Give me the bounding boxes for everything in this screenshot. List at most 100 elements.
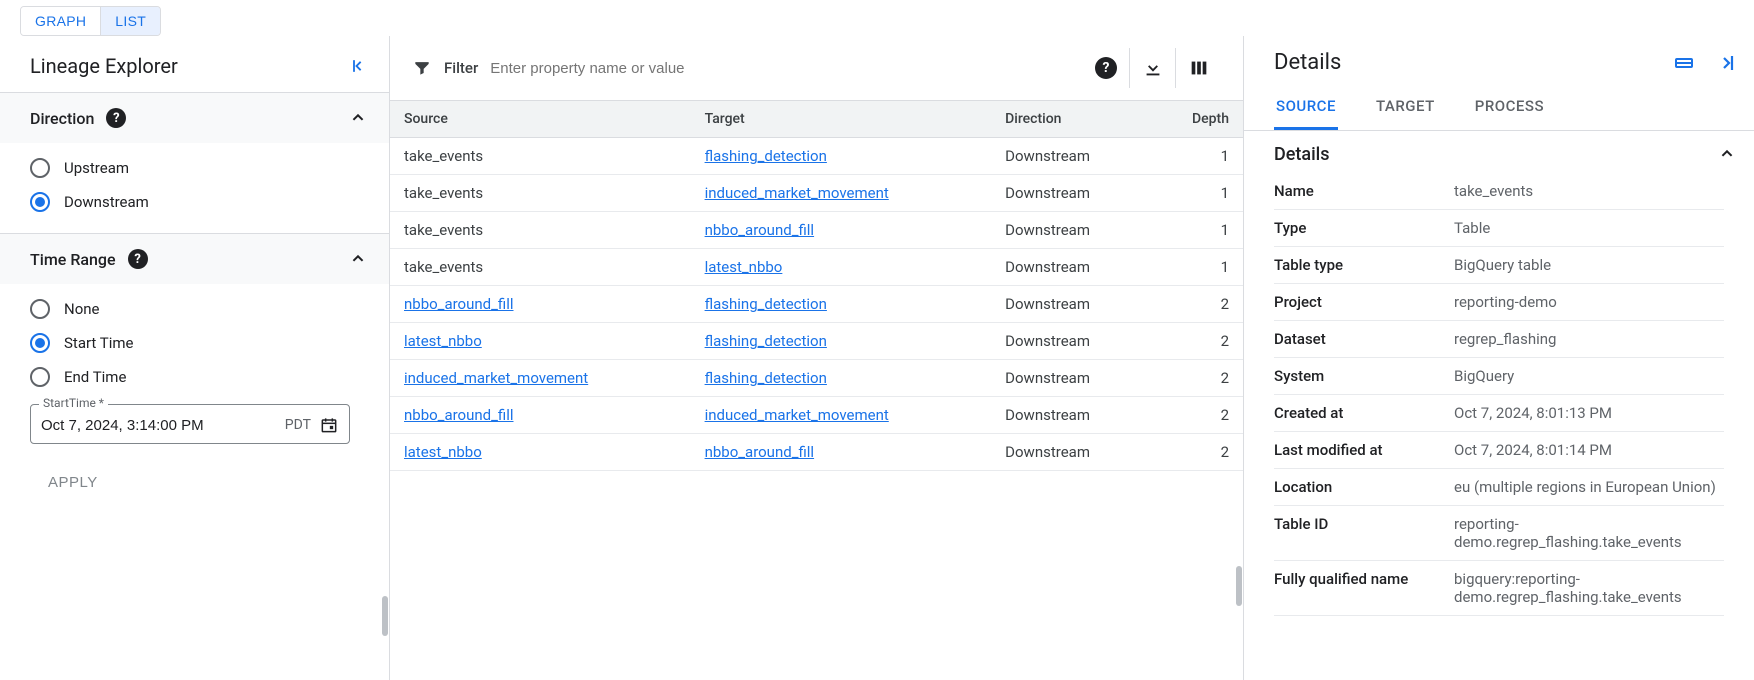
tab-target[interactable]: TARGET xyxy=(1374,85,1437,130)
start-time-label: StartTime * xyxy=(39,396,108,410)
collapse-left-icon[interactable] xyxy=(349,56,369,76)
target-cell[interactable]: flashing_detection xyxy=(705,295,827,313)
direction-cell: Downstream xyxy=(991,323,1151,360)
detail-value: reporting-demo.regrep_flashing.take_even… xyxy=(1454,515,1724,551)
detail-property-row: Locationeu (multiple regions in European… xyxy=(1274,469,1724,506)
source-cell[interactable]: induced_market_movement xyxy=(404,369,588,387)
depth-cell: 2 xyxy=(1151,434,1243,471)
time-range-header[interactable]: Time Range ? xyxy=(0,234,389,284)
source-cell[interactable]: nbbo_around_fill xyxy=(404,295,514,313)
details-sub-title: Details xyxy=(1274,144,1330,165)
target-cell[interactable]: flashing_detection xyxy=(705,332,827,350)
radio-start-time[interactable]: Start Time xyxy=(30,326,369,360)
start-time-field[interactable]: StartTime * PDT xyxy=(30,404,350,444)
filter-icon xyxy=(412,58,432,78)
detail-key: Last modified at xyxy=(1274,441,1454,459)
lineage-table: Source Target Direction Depth take_event… xyxy=(390,100,1243,471)
details-panel: Details SOURCE TARGET PROCESS Details xyxy=(1244,36,1754,680)
radio-icon xyxy=(30,158,50,178)
target-cell[interactable]: induced_market_movement xyxy=(705,184,889,202)
table-row[interactable]: take_eventsinduced_market_movementDownst… xyxy=(390,175,1243,212)
radio-icon xyxy=(30,299,50,319)
source-cell[interactable]: nbbo_around_fill xyxy=(404,406,514,424)
detail-value: take_events xyxy=(1454,182,1724,200)
scrollbar-thumb[interactable] xyxy=(382,596,388,636)
table-row[interactable]: induced_market_movement flashing_detectio… xyxy=(390,360,1243,397)
detail-key: Project xyxy=(1274,293,1454,311)
direction-header[interactable]: Direction ? xyxy=(0,93,389,143)
details-title: Details xyxy=(1274,50,1341,75)
fullscreen-icon[interactable] xyxy=(1672,51,1696,75)
detail-value: Table xyxy=(1454,219,1724,237)
source-cell: take_events xyxy=(404,221,483,239)
detail-property-row: Nametake_events xyxy=(1274,173,1724,210)
direction-cell: Downstream xyxy=(991,286,1151,323)
download-button[interactable] xyxy=(1129,48,1175,88)
help-icon[interactable]: ? xyxy=(106,108,126,128)
radio-end-time[interactable]: End Time xyxy=(30,360,369,394)
radio-none[interactable]: None xyxy=(30,292,369,326)
target-cell[interactable]: latest_nbbo xyxy=(705,258,783,276)
detail-property-row: Datasetregrep_flashing xyxy=(1274,321,1724,358)
columns-button[interactable] xyxy=(1175,48,1221,88)
scrollbar-thumb[interactable] xyxy=(1236,566,1242,606)
tab-process[interactable]: PROCESS xyxy=(1473,85,1546,130)
depth-cell: 1 xyxy=(1151,175,1243,212)
radio-downstream[interactable]: Downstream xyxy=(30,185,369,219)
collapse-right-icon[interactable] xyxy=(1714,51,1738,75)
target-cell[interactable]: nbbo_around_fill xyxy=(705,443,815,461)
direction-section: Direction ? Upstream Downstream xyxy=(0,92,389,233)
radio-upstream[interactable]: Upstream xyxy=(30,151,369,185)
direction-cell: Downstream xyxy=(991,249,1151,286)
tab-source[interactable]: SOURCE xyxy=(1274,85,1338,130)
depth-cell: 2 xyxy=(1151,397,1243,434)
depth-cell: 2 xyxy=(1151,286,1243,323)
table-row[interactable]: take_eventsnbbo_around_fillDownstream1 xyxy=(390,212,1243,249)
detail-value: reporting-demo xyxy=(1454,293,1724,311)
col-depth[interactable]: Depth xyxy=(1151,101,1243,138)
chevron-up-icon[interactable] xyxy=(1716,143,1738,165)
source-cell: take_events xyxy=(404,147,483,165)
detail-property-row: TypeTable xyxy=(1274,210,1724,247)
direction-cell: Downstream xyxy=(991,175,1151,212)
tab-list[interactable]: LIST xyxy=(100,7,160,35)
detail-property-row: Table typeBigQuery table xyxy=(1274,247,1724,284)
table-row[interactable]: take_eventslatest_nbboDownstream1 xyxy=(390,249,1243,286)
detail-property-row: Created atOct 7, 2024, 8:01:13 PM xyxy=(1274,395,1724,432)
apply-button[interactable]: APPLY xyxy=(42,466,104,499)
table-row[interactable]: latest_nbbonbbo_around_fillDownstream2 xyxy=(390,434,1243,471)
start-time-input[interactable] xyxy=(41,417,285,434)
radio-icon xyxy=(30,333,50,353)
col-direction[interactable]: Direction xyxy=(991,101,1151,138)
table-row[interactable]: nbbo_around_fill flashing_detection Downst… xyxy=(390,286,1243,323)
filter-input[interactable] xyxy=(490,54,1071,83)
radio-icon xyxy=(30,192,50,212)
radio-label: End Time xyxy=(64,368,126,386)
table-row[interactable]: latest_nbbo flashing_detection Downstream2 xyxy=(390,323,1243,360)
filter-label: Filter xyxy=(444,59,478,77)
source-cell[interactable]: latest_nbbo xyxy=(404,443,482,461)
col-target[interactable]: Target xyxy=(691,101,992,138)
chevron-up-icon xyxy=(347,248,369,270)
chevron-up-icon xyxy=(347,107,369,129)
target-cell[interactable]: nbbo_around_fill xyxy=(705,221,815,239)
calendar-icon[interactable] xyxy=(319,415,339,435)
target-cell[interactable]: induced_market_movement xyxy=(705,406,889,424)
target-cell[interactable]: flashing_detection xyxy=(705,147,827,165)
help-icon[interactable]: ? xyxy=(128,249,148,269)
target-cell[interactable]: flashing_detection xyxy=(705,369,827,387)
timezone-label: PDT xyxy=(285,417,311,433)
col-source[interactable]: Source xyxy=(390,101,691,138)
help-button[interactable]: ? xyxy=(1083,48,1129,88)
source-cell[interactable]: latest_nbbo xyxy=(404,332,482,350)
detail-key: Dataset xyxy=(1274,330,1454,348)
depth-cell: 2 xyxy=(1151,323,1243,360)
detail-value: bigquery:reporting-demo.regrep_flashing.… xyxy=(1454,570,1724,606)
table-row[interactable]: take_events flashing_detection Downstream1 xyxy=(390,138,1243,175)
depth-cell: 1 xyxy=(1151,138,1243,175)
depth-cell: 1 xyxy=(1151,249,1243,286)
direction-cell: Downstream xyxy=(991,138,1151,175)
table-row[interactable]: nbbo_around_fillinduced_market_movementD… xyxy=(390,397,1243,434)
tab-graph[interactable]: GRAPH xyxy=(21,7,100,35)
detail-property-row: SystemBigQuery xyxy=(1274,358,1724,395)
